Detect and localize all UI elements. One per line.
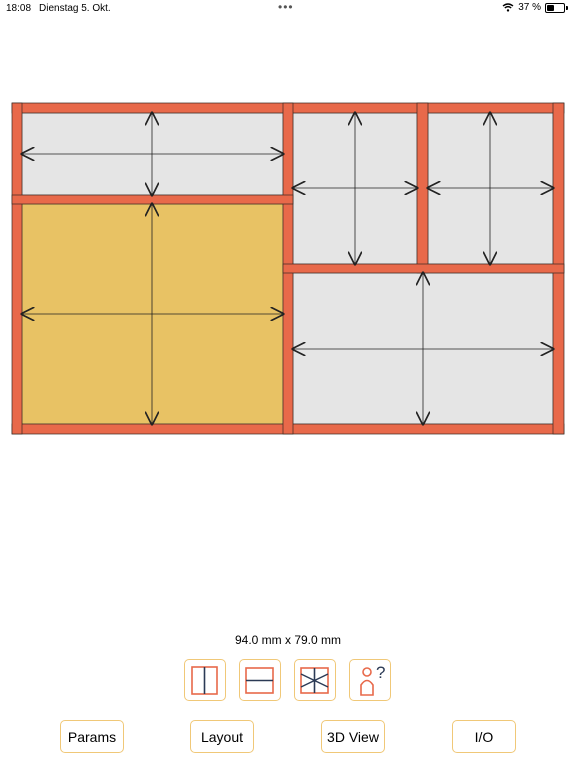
horizontal-split-icon	[245, 666, 274, 694]
frame-bar-7	[416, 102, 429, 274]
horizontal-split-button[interactable]	[239, 659, 281, 701]
dimensions-label: 94.0 mm x 79.0 mm	[234, 633, 342, 647]
cross-split-button[interactable]	[294, 659, 336, 701]
cross-split-icon	[300, 666, 329, 694]
params-button[interactable]: Params	[60, 720, 124, 753]
help-person-icon: ?	[360, 663, 385, 696]
3d-view-button[interactable]: 3D View	[321, 720, 385, 753]
frame-bar-6	[11, 194, 294, 205]
layout-canvas[interactable]	[0, 0, 576, 768]
frame-bar-8	[282, 263, 565, 274]
vertical-split-icon	[191, 665, 218, 695]
frame-bar-3	[11, 102, 23, 435]
io-button[interactable]: I/O	[452, 720, 516, 753]
help-button[interactable]: ?	[349, 659, 391, 701]
layout-button[interactable]: Layout	[190, 720, 254, 753]
help-question-mark: ?	[376, 663, 385, 682]
layout-panel-4[interactable]	[427, 112, 554, 265]
vertical-split-button[interactable]	[184, 659, 226, 701]
